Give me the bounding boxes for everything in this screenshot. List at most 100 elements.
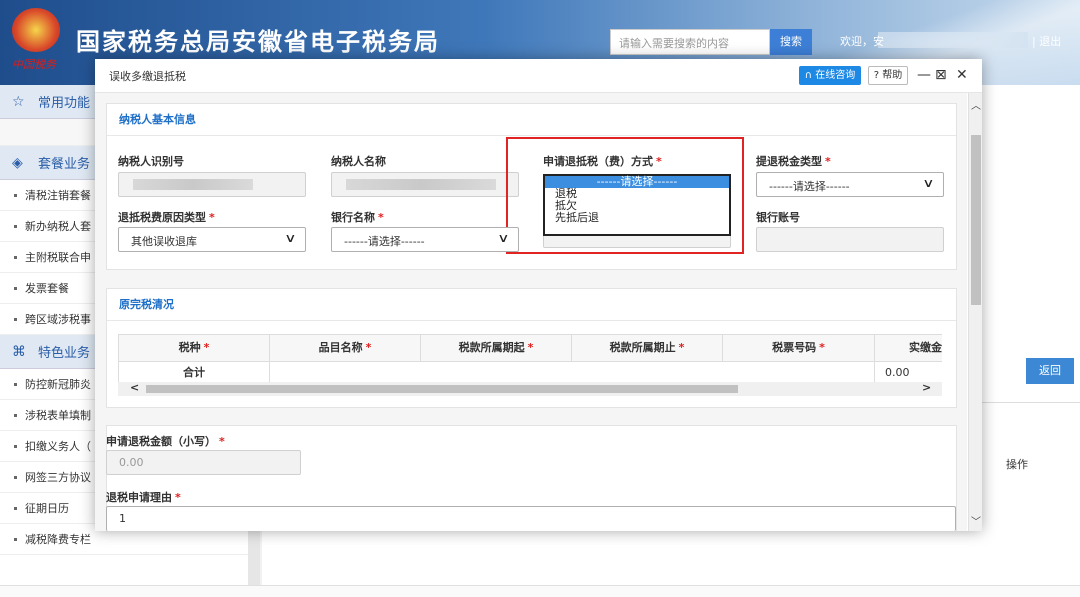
taxpayer-id-field xyxy=(118,172,306,197)
bullet-icon xyxy=(14,506,17,510)
chevron-down-icon: ∨ xyxy=(497,231,510,245)
bullet-icon xyxy=(14,537,17,541)
reason-value: 1 xyxy=(119,512,126,525)
total-label: 合计 xyxy=(118,362,270,383)
reason-type-select[interactable]: 其他误收退库 ∨ xyxy=(118,227,306,252)
reason-type-label: 退抵税费原因类型 * xyxy=(118,209,215,225)
panel-title: 纳税人基本信息 xyxy=(107,104,956,136)
divider xyxy=(980,402,1080,403)
required-mark: * xyxy=(527,341,534,354)
taxpayer-name-field xyxy=(331,172,519,197)
redacted-value xyxy=(346,179,496,190)
scroll-thumb[interactable] xyxy=(971,135,981,305)
label-text: 纳税人名称 xyxy=(331,155,386,168)
help-button[interactable]: ? 帮助 xyxy=(868,66,908,85)
label-text: 银行账号 xyxy=(756,211,800,224)
select-value: ------请选择------ xyxy=(344,235,425,248)
refund-amount-label: 申请退税金额（小写） * xyxy=(106,433,225,449)
column-label: 税款所属期止 xyxy=(609,341,676,354)
sidebar-item-label: 跨区域涉税事 xyxy=(25,313,91,326)
column-label: 税款所属期起 xyxy=(458,341,525,354)
refund-amount-field: 0.00 xyxy=(106,450,301,475)
sidebar-head-label: 特色业务 xyxy=(38,346,91,361)
refund-tax-type-label: 提退税金类型 * xyxy=(756,153,831,169)
help-label: 帮助 xyxy=(882,70,903,81)
headset-icon: ∩ xyxy=(804,70,813,81)
taxpayer-name-label: 纳税人名称 xyxy=(331,153,386,169)
maximize-icon[interactable]: ⊠ xyxy=(935,66,947,84)
modal-header: 误收多缴退抵税 ∩ 在线咨询 ? 帮助 — ⊠ ✕ xyxy=(95,59,982,93)
label-text: 提退税金类型 xyxy=(756,155,822,168)
sidebar-item-label: 征期日历 xyxy=(25,502,69,515)
star-icon: ☆ xyxy=(12,93,25,110)
scroll-left-icon[interactable]: < xyxy=(130,381,139,394)
hscroll-thumb[interactable] xyxy=(146,385,738,393)
column-header: 实缴金 xyxy=(875,335,942,361)
sidebar-item-label: 清税注销套餐 xyxy=(25,189,91,202)
layers-icon: ◈ xyxy=(12,154,23,171)
required-mark: * xyxy=(678,341,685,354)
column-label: 实缴金 xyxy=(909,341,942,354)
select-value: ------请选择------ xyxy=(769,180,850,193)
label-text: 退抵税费原因类型 xyxy=(118,211,206,224)
bank-name-label: 银行名称 * xyxy=(331,209,384,225)
required-mark: * xyxy=(365,341,372,354)
label-text: 银行名称 xyxy=(331,211,375,224)
logout-link[interactable]: | 退出 xyxy=(1032,33,1061,49)
search-button[interactable]: 搜索 xyxy=(770,29,812,55)
total-value: 0.00 xyxy=(885,366,910,379)
chevron-down-icon: ∨ xyxy=(284,231,297,245)
emblem-text: 中国税务 xyxy=(12,58,56,71)
refund-reason-label: 退税申请理由 * xyxy=(106,489,181,505)
table-header-row: 税种 * 品目名称 * 税款所属期起 * 税款所属期止 * 税票号码 * 实缴金 xyxy=(118,335,942,362)
column-header: 税款所属期起 * xyxy=(421,335,572,361)
refund-reason-textarea[interactable]: 1 xyxy=(106,506,956,531)
column-label: 税种 xyxy=(178,341,201,354)
redacted-value xyxy=(133,179,253,190)
bullet-icon xyxy=(14,382,17,386)
close-icon[interactable]: ✕ xyxy=(956,66,968,84)
scroll-down-icon[interactable]: ﹀ xyxy=(971,513,981,528)
sidebar-item-label: 新办纳税人套 xyxy=(25,220,91,233)
modal-scrollbar[interactable]: ︿ ﹀ xyxy=(968,93,982,531)
table-cell xyxy=(270,362,875,383)
taxpayer-id-label: 纳税人识别号 xyxy=(118,153,184,169)
minimize-icon[interactable]: — xyxy=(917,66,931,84)
return-button[interactable]: 返回 xyxy=(1026,358,1074,384)
label-text: 申请退税金额（小写） xyxy=(106,435,216,448)
highlight-box xyxy=(506,137,744,254)
bullet-icon xyxy=(14,475,17,479)
search-input[interactable]: 请输入需要搜索的内容 xyxy=(610,29,770,55)
bank-account-label: 银行账号 xyxy=(756,209,800,225)
bullet-icon xyxy=(14,286,17,290)
tax-paid-table: 税种 * 品目名称 * 税款所属期起 * 税款所属期止 * 税票号码 * 实缴金 合计 0… xyxy=(118,334,942,384)
column-header: 税票号码 * xyxy=(723,335,875,361)
label-text: 纳税人识别号 xyxy=(118,155,184,168)
site-title: 国家税务总局安徽省电子税务局 xyxy=(76,28,440,56)
chevron-down-icon: ∨ xyxy=(922,176,935,190)
username-redacted xyxy=(878,32,1028,48)
tax-emblem-icon xyxy=(12,8,60,52)
online-consult-button[interactable]: ∩ 在线咨询 xyxy=(799,66,861,85)
select-value: 其他误收退库 xyxy=(131,235,197,248)
amount-value: 0.00 xyxy=(119,456,144,469)
panel-title: 原完税清况 xyxy=(107,289,956,321)
sidebar-item-label: 主附税联合申 xyxy=(25,251,91,264)
label-text: 退税申请理由 xyxy=(106,491,172,504)
required-mark: * xyxy=(209,211,215,224)
sidebar-head-label: 套餐业务 xyxy=(38,157,91,172)
table-hscrollbar[interactable]: < > xyxy=(118,381,942,396)
bank-name-select[interactable]: ------请选择------ ∨ xyxy=(331,227,519,252)
column-label: 品目名称 xyxy=(318,341,363,354)
scroll-up-icon[interactable]: ︿ xyxy=(971,97,981,112)
sidebar-item-label: 减税降费专栏 xyxy=(25,533,91,546)
question-icon: ? xyxy=(873,70,880,81)
column-header: 品目名称 * xyxy=(270,335,421,361)
required-mark: * xyxy=(175,491,181,504)
required-mark: * xyxy=(819,341,825,354)
scroll-right-icon[interactable]: > xyxy=(922,381,931,394)
refund-tax-type-select[interactable]: ------请选择------ ∨ xyxy=(756,172,944,197)
bank-account-field xyxy=(756,227,944,252)
modal-title: 误收多缴退抵税 xyxy=(109,69,186,83)
bullet-icon xyxy=(14,224,17,228)
